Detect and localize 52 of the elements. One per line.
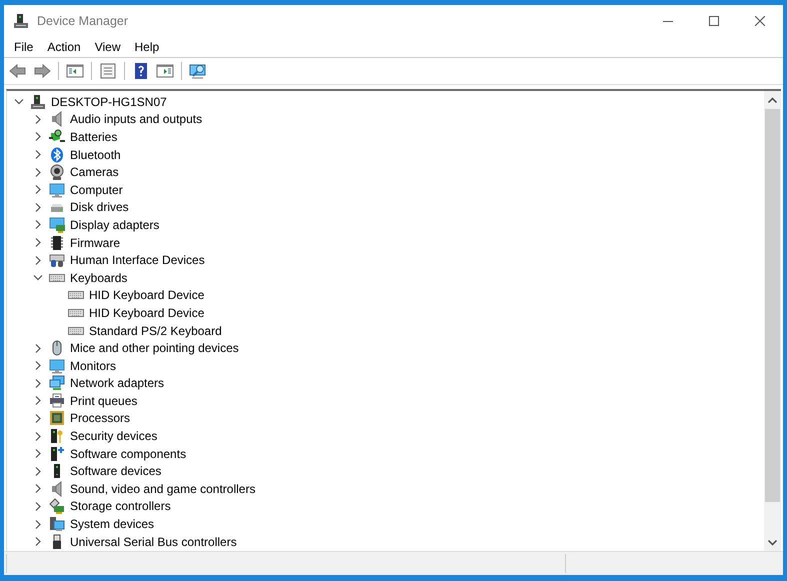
maximize-icon bbox=[709, 16, 719, 26]
tree-item[interactable]: Disk drives bbox=[68, 200, 131, 214]
tree-item[interactable]: Bluetooth bbox=[68, 148, 123, 162]
tree-item[interactable]: Processors bbox=[68, 411, 132, 426]
tree-item[interactable]: DESKTOP-HG1SN07 bbox=[49, 94, 169, 109]
storage-icon bbox=[49, 498, 65, 514]
keyboard-mouse-icon bbox=[49, 252, 65, 268]
tree-item[interactable]: Keyboards bbox=[68, 270, 130, 285]
monitor-icon bbox=[49, 182, 65, 198]
close-icon bbox=[755, 16, 765, 26]
tree-item[interactable]: System devices bbox=[68, 517, 156, 532]
scrollbar-thumb[interactable] bbox=[765, 109, 780, 502]
computer-icon bbox=[30, 94, 46, 110]
tree-item[interactable]: Software devices bbox=[68, 464, 164, 478]
network-icon bbox=[49, 375, 65, 392]
tree-item[interactable]: Network adapters bbox=[68, 376, 166, 390]
tree-item[interactable]: Sound, video and game controllers bbox=[68, 482, 258, 496]
battery-icon bbox=[49, 128, 65, 145]
tower-plus-icon bbox=[49, 446, 65, 462]
tree-item[interactable]: Audio inputs and outputs bbox=[68, 112, 204, 126]
tree-item[interactable]: HID Keyboard Device bbox=[87, 288, 206, 302]
tree-item[interactable]: Security devices bbox=[68, 429, 160, 444]
tree-item[interactable]: Firmware bbox=[68, 236, 122, 250]
printer-icon bbox=[49, 392, 65, 409]
scrollbar[interactable] bbox=[764, 91, 781, 551]
tree-item[interactable]: Computer bbox=[68, 182, 125, 197]
tree-item[interactable]: Batteries bbox=[68, 130, 120, 144]
webcam-icon bbox=[49, 164, 65, 180]
window-title: Device Manager bbox=[37, 14, 128, 28]
tree-item[interactable]: Display adapters bbox=[68, 218, 162, 232]
tree-item[interactable]: Universal Serial Bus controllers bbox=[68, 534, 239, 549]
menu-item[interactable]: File bbox=[7, 40, 40, 54]
tree-item[interactable]: Software components bbox=[68, 446, 188, 461]
tree-item[interactable]: Standard PS/2 Keyboard bbox=[87, 324, 224, 338]
chip-icon bbox=[49, 234, 65, 251]
menu-item[interactable]: Help bbox=[128, 40, 166, 54]
processor-icon bbox=[49, 410, 65, 426]
tree-item[interactable]: Human Interface Devices bbox=[68, 253, 207, 268]
tower-key-icon bbox=[49, 428, 65, 444]
tree-item[interactable]: Monitors bbox=[68, 358, 118, 373]
tree-item[interactable]: HID Keyboard Device bbox=[87, 306, 206, 320]
monitor-icon bbox=[49, 358, 65, 374]
bluetooth-icon bbox=[49, 146, 65, 163]
tree-item[interactable]: Storage controllers bbox=[68, 499, 173, 514]
menu-item[interactable]: Action bbox=[40, 40, 88, 54]
tree-item[interactable]: Cameras bbox=[68, 165, 121, 180]
tree-item[interactable]: Print queues bbox=[68, 394, 140, 408]
monitor-card-icon bbox=[49, 216, 65, 233]
menu-item[interactable]: View bbox=[88, 40, 128, 54]
computer-icon bbox=[13, 12, 29, 28]
system-icon bbox=[49, 516, 65, 532]
tree-item[interactable]: Mice and other pointing devices bbox=[68, 341, 241, 356]
